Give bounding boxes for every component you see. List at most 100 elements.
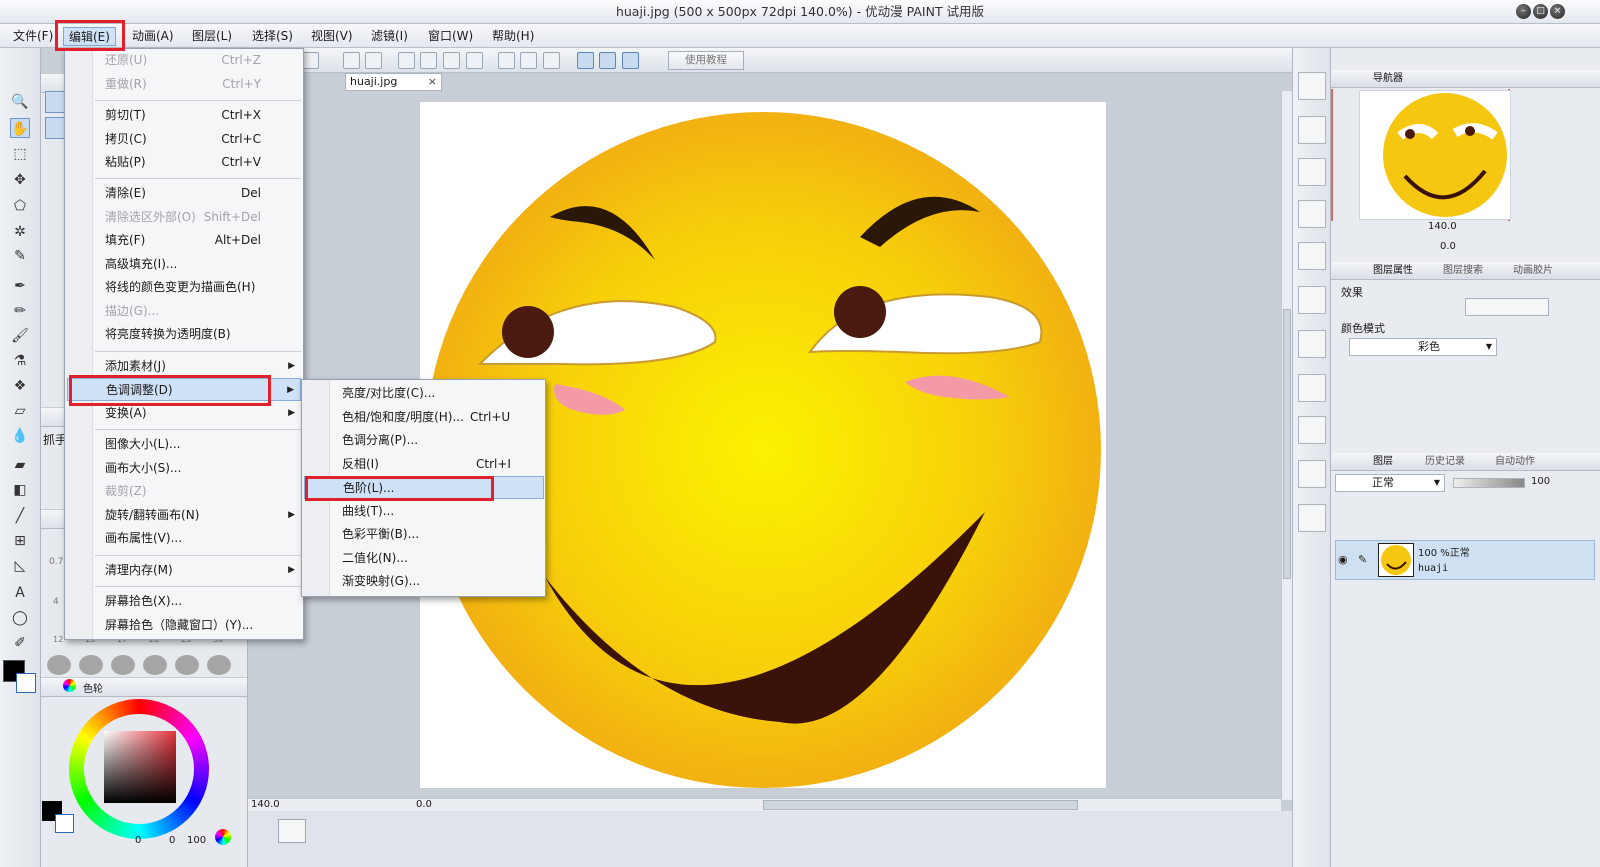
undo-icon[interactable] — [343, 52, 360, 69]
navigator-thumbnail[interactable] — [1359, 90, 1511, 220]
menu-animation[interactable]: 动画(A) — [127, 27, 179, 46]
invert-selection-icon[interactable] — [543, 52, 560, 69]
menu-advanced-fill[interactable]: 高级填充(I)... — [67, 253, 301, 276]
menu-copy[interactable]: 拷贝(C) Ctrl+C — [67, 128, 301, 151]
special-ruler-snap-icon[interactable] — [599, 52, 616, 69]
auto-action-tab[interactable]: 自动动作 — [1477, 454, 1535, 470]
selection-icon[interactable] — [498, 52, 515, 69]
balloon-icon[interactable]: ◯ — [10, 608, 30, 628]
menu-layer[interactable]: 图层(L) — [187, 27, 237, 46]
hand-tool-icon[interactable]: ✋ — [10, 118, 30, 138]
minimize-icon[interactable]: – — [1516, 4, 1531, 19]
material-texture-icon[interactable] — [1298, 374, 1326, 402]
pencil-icon[interactable]: ✏ — [10, 301, 30, 321]
zoom-readout[interactable]: 140.0 — [251, 799, 280, 810]
menu-screen-picker[interactable]: 屏幕拾色(X)... — [67, 590, 301, 613]
color-mode-select[interactable]: 彩色 ▼ — [1349, 338, 1497, 356]
redo-icon[interactable] — [365, 52, 382, 69]
menu-help[interactable]: 帮助(H) — [487, 27, 539, 46]
operation-tool-icon[interactable]: ⬚ — [10, 144, 30, 164]
menu-clean-memory[interactable]: 清理内存(M) ▶ — [67, 559, 301, 582]
opacity-slider[interactable] — [1453, 478, 1525, 488]
blend-mode-select[interactable]: 正常 ▼ — [1335, 474, 1445, 492]
gradient-icon[interactable]: ◧ — [10, 480, 30, 500]
text-icon[interactable]: A — [10, 583, 30, 603]
vertical-scroll-thumb[interactable] — [1283, 309, 1291, 579]
color-mode-icon[interactable] — [215, 829, 231, 845]
magic-wand-icon[interactable]: ✲ — [10, 222, 30, 242]
navigator-angle[interactable]: 0.0 — [1440, 241, 1456, 252]
menu-window[interactable]: 窗口(W) — [423, 27, 478, 46]
crop-icon[interactable] — [420, 52, 437, 69]
layer-search-tab[interactable]: 图层搜索 — [1425, 263, 1483, 279]
animation-cel-tab[interactable]: 动画胶片 — [1495, 263, 1553, 279]
material-image-icon[interactable] — [1298, 116, 1326, 144]
material-3d-icon[interactable] — [1298, 460, 1326, 488]
menu-view[interactable]: 视图(V) — [306, 27, 358, 46]
menu-filter[interactable]: 滤镜(I) — [366, 27, 413, 46]
layer-property-tab[interactable]: 图层属性 — [1355, 263, 1413, 279]
material-manga-icon[interactable] — [1298, 330, 1326, 358]
sub-color-swatch[interactable] — [16, 673, 36, 693]
effect-buttons[interactable] — [1465, 298, 1549, 316]
navigator-zoom[interactable]: 140.0 — [1428, 221, 1457, 232]
correction-icon[interactable]: ✐ — [10, 633, 30, 653]
menu-transform[interactable]: 变换(A) ▶ — [67, 402, 301, 425]
brush-icon[interactable]: 🖌 — [10, 326, 30, 346]
tab-close-icon[interactable]: × — [428, 74, 437, 90]
brush-size-dot[interactable] — [207, 655, 231, 675]
menu-clear[interactable]: 清除(E) Del — [67, 182, 301, 205]
transform-icon[interactable] — [398, 52, 415, 69]
navigator-tab[interactable]: 导航器 — [1355, 71, 1403, 87]
menu-file[interactable]: 文件(F) — [8, 27, 58, 46]
move-layer-icon[interactable]: ✥ — [10, 170, 30, 190]
eyedropper-icon[interactable]: ✎ — [10, 246, 30, 266]
lasso-icon[interactable]: ⬠ — [10, 196, 30, 216]
menu-rotate-flip[interactable]: 旋转/翻转画布(N) ▶ — [67, 504, 301, 527]
menu-crop[interactable]: 裁剪(Z) — [67, 480, 301, 503]
brush-size-dot[interactable] — [79, 655, 103, 675]
brush-size-dot[interactable] — [111, 655, 135, 675]
menu-binarize[interactable]: 二值化(N)... — [304, 547, 544, 570]
saturation-square[interactable] — [104, 731, 176, 803]
material-frame-icon[interactable] — [1298, 158, 1326, 186]
vertical-scrollbar[interactable] — [1281, 91, 1292, 800]
menu-select[interactable]: 选择(S) — [247, 27, 298, 46]
deselect-icon[interactable] — [520, 52, 537, 69]
menu-fill[interactable]: 填充(F) Alt+Del — [67, 229, 301, 252]
timeline-icon[interactable] — [278, 819, 306, 843]
menu-canvas-size[interactable]: 画布大小(S)... — [67, 457, 301, 480]
menu-canvas-props[interactable]: 画布属性(V)... — [67, 527, 301, 550]
menu-brightness-contrast[interactable]: 亮度/对比度(C)... — [304, 382, 544, 405]
menu-redo[interactable]: 重做(R) Ctrl+Y — [67, 73, 301, 96]
brush-size-dot[interactable] — [175, 655, 199, 675]
layer-row[interactable]: ◉ ✎ 100 %正常 huaji — [1335, 540, 1595, 580]
material-tone-icon[interactable] — [1298, 242, 1326, 270]
menu-hue-saturation[interactable]: 色相/饱和度/明度(H)... Ctrl+U — [304, 406, 544, 429]
history-tab[interactable]: 历史记录 — [1407, 454, 1465, 470]
menu-color-balance[interactable]: 色彩平衡(B)... — [304, 523, 544, 546]
menu-line-color[interactable]: 将线的颜色变更为描画色(H) — [67, 276, 301, 299]
menu-levels[interactable]: 色阶(L)... — [304, 476, 544, 499]
pen-icon[interactable]: ✒ — [10, 276, 30, 296]
menu-screen-picker-hidden[interactable]: 屏幕拾色（隐藏窗口）(Y)... — [67, 614, 301, 637]
menu-paste[interactable]: 粘贴(P) Ctrl+V — [67, 151, 301, 174]
close-icon[interactable]: × — [1550, 4, 1565, 19]
ruler-snap-icon[interactable] — [577, 52, 594, 69]
fill-tool-icon[interactable]: ▰ — [10, 455, 30, 475]
zoom-tool-icon[interactable]: 🔍 — [10, 92, 30, 112]
pen-lock-icon[interactable]: ✎ — [1358, 553, 1367, 566]
menu-image-size[interactable]: 图像大小(L)... — [67, 433, 301, 456]
menu-gradient-map[interactable]: 渐变映射(G)... — [304, 570, 544, 593]
material-pattern-icon[interactable] — [1298, 200, 1326, 228]
blend-icon[interactable]: 💧 — [10, 426, 30, 446]
menu-cut[interactable]: 剪切(T) Ctrl+X — [67, 104, 301, 127]
eye-icon[interactable]: ◉ — [1338, 553, 1348, 566]
color-wheel-tab[interactable]: 色轮 — [83, 680, 103, 695]
horizontal-scrollbar[interactable]: 140.0 0.0 — [248, 798, 1281, 811]
brush-size-dot[interactable] — [47, 655, 71, 675]
menu-curves[interactable]: 曲线(T)... — [304, 500, 544, 523]
material-figure-icon[interactable] — [1298, 504, 1326, 532]
layer-tab[interactable]: 图层 — [1355, 454, 1393, 470]
eraser-icon[interactable]: ▱ — [10, 401, 30, 421]
